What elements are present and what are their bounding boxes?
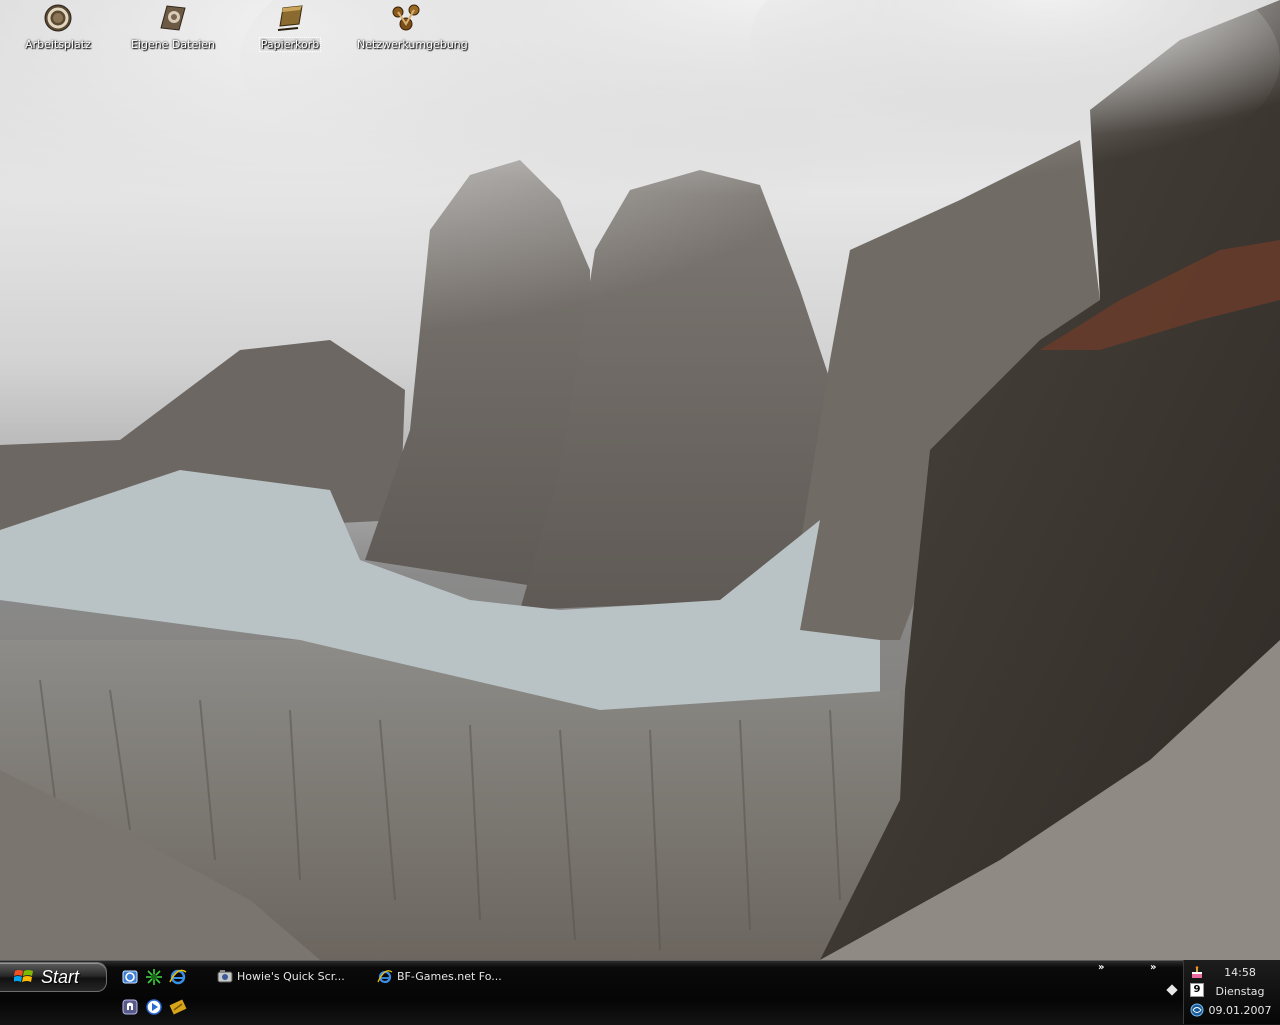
my-computer-icon: [44, 4, 72, 32]
desktop-icon-my-computer[interactable]: Arbeitsplatz: [8, 0, 108, 58]
start-label: Start: [41, 967, 80, 987]
toolbar-overflow-chevron[interactable]: »: [1150, 962, 1157, 973]
task-label: Howie's Quick Scr...: [237, 970, 345, 983]
daemon-tools-icon[interactable]: [145, 968, 163, 986]
mountain-landscape: [0, 0, 1280, 960]
winamp-icon[interactable]: [121, 998, 139, 1016]
desktop-icon-label: Eigene Dateien: [130, 38, 216, 51]
network-places-icon: [392, 4, 420, 31]
windows-logo-icon: [14, 970, 33, 982]
desktop-icon-label: Papierkorb: [258, 37, 322, 52]
calendar-icon[interactable]: 9: [1190, 983, 1204, 997]
internet-explorer-icon: [377, 970, 393, 984]
outlook-icon[interactable]: [121, 968, 139, 986]
desktop-icon-recycle-bin[interactable]: Papierkorb: [240, 0, 340, 58]
desktop-wallpaper: [0, 0, 1280, 960]
desktop-icon-my-documents[interactable]: Eigene Dateien: [123, 0, 223, 58]
screenshot-tool-icon: [217, 970, 233, 983]
shortcut-icon[interactable]: [169, 998, 187, 1016]
desktop-icon-network-places[interactable]: Netzwerkumgebung: [356, 0, 468, 58]
desktop-icon-label: Netzwerkumgebung: [357, 38, 468, 51]
clock-date[interactable]: 09.01.2007: [1204, 1004, 1276, 1017]
task-label: BF-Games.net Fo...: [397, 970, 502, 983]
desktop-icon-label: Arbeitsplatz: [25, 38, 91, 51]
task-button-screenshot-tool[interactable]: Howie's Quick Scr...: [217, 965, 367, 989]
task-button-browser[interactable]: BF-Games.net Fo...: [377, 965, 527, 989]
clock-weekday[interactable]: Dienstag: [1204, 985, 1276, 998]
network-icon[interactable]: [1190, 1003, 1204, 1017]
recycle-bin-icon: [277, 5, 303, 31]
taskbar: Start Howie's Quick Scr... BF-Games.net …: [0, 960, 1280, 1025]
media-player-icon[interactable]: [145, 998, 163, 1016]
calendar-day: 9: [1193, 984, 1201, 995]
toolbar-overflow-chevron[interactable]: »: [1098, 962, 1105, 973]
my-documents-icon: [160, 5, 186, 31]
clock-time[interactable]: 14:58: [1204, 966, 1276, 979]
internet-explorer-icon[interactable]: [169, 968, 187, 986]
birthday-cake-icon[interactable]: [1190, 965, 1204, 979]
start-button[interactable]: Start: [0, 962, 107, 992]
system-tray: 9 14:58 Dienstag 09.01.2007: [1183, 960, 1280, 1024]
